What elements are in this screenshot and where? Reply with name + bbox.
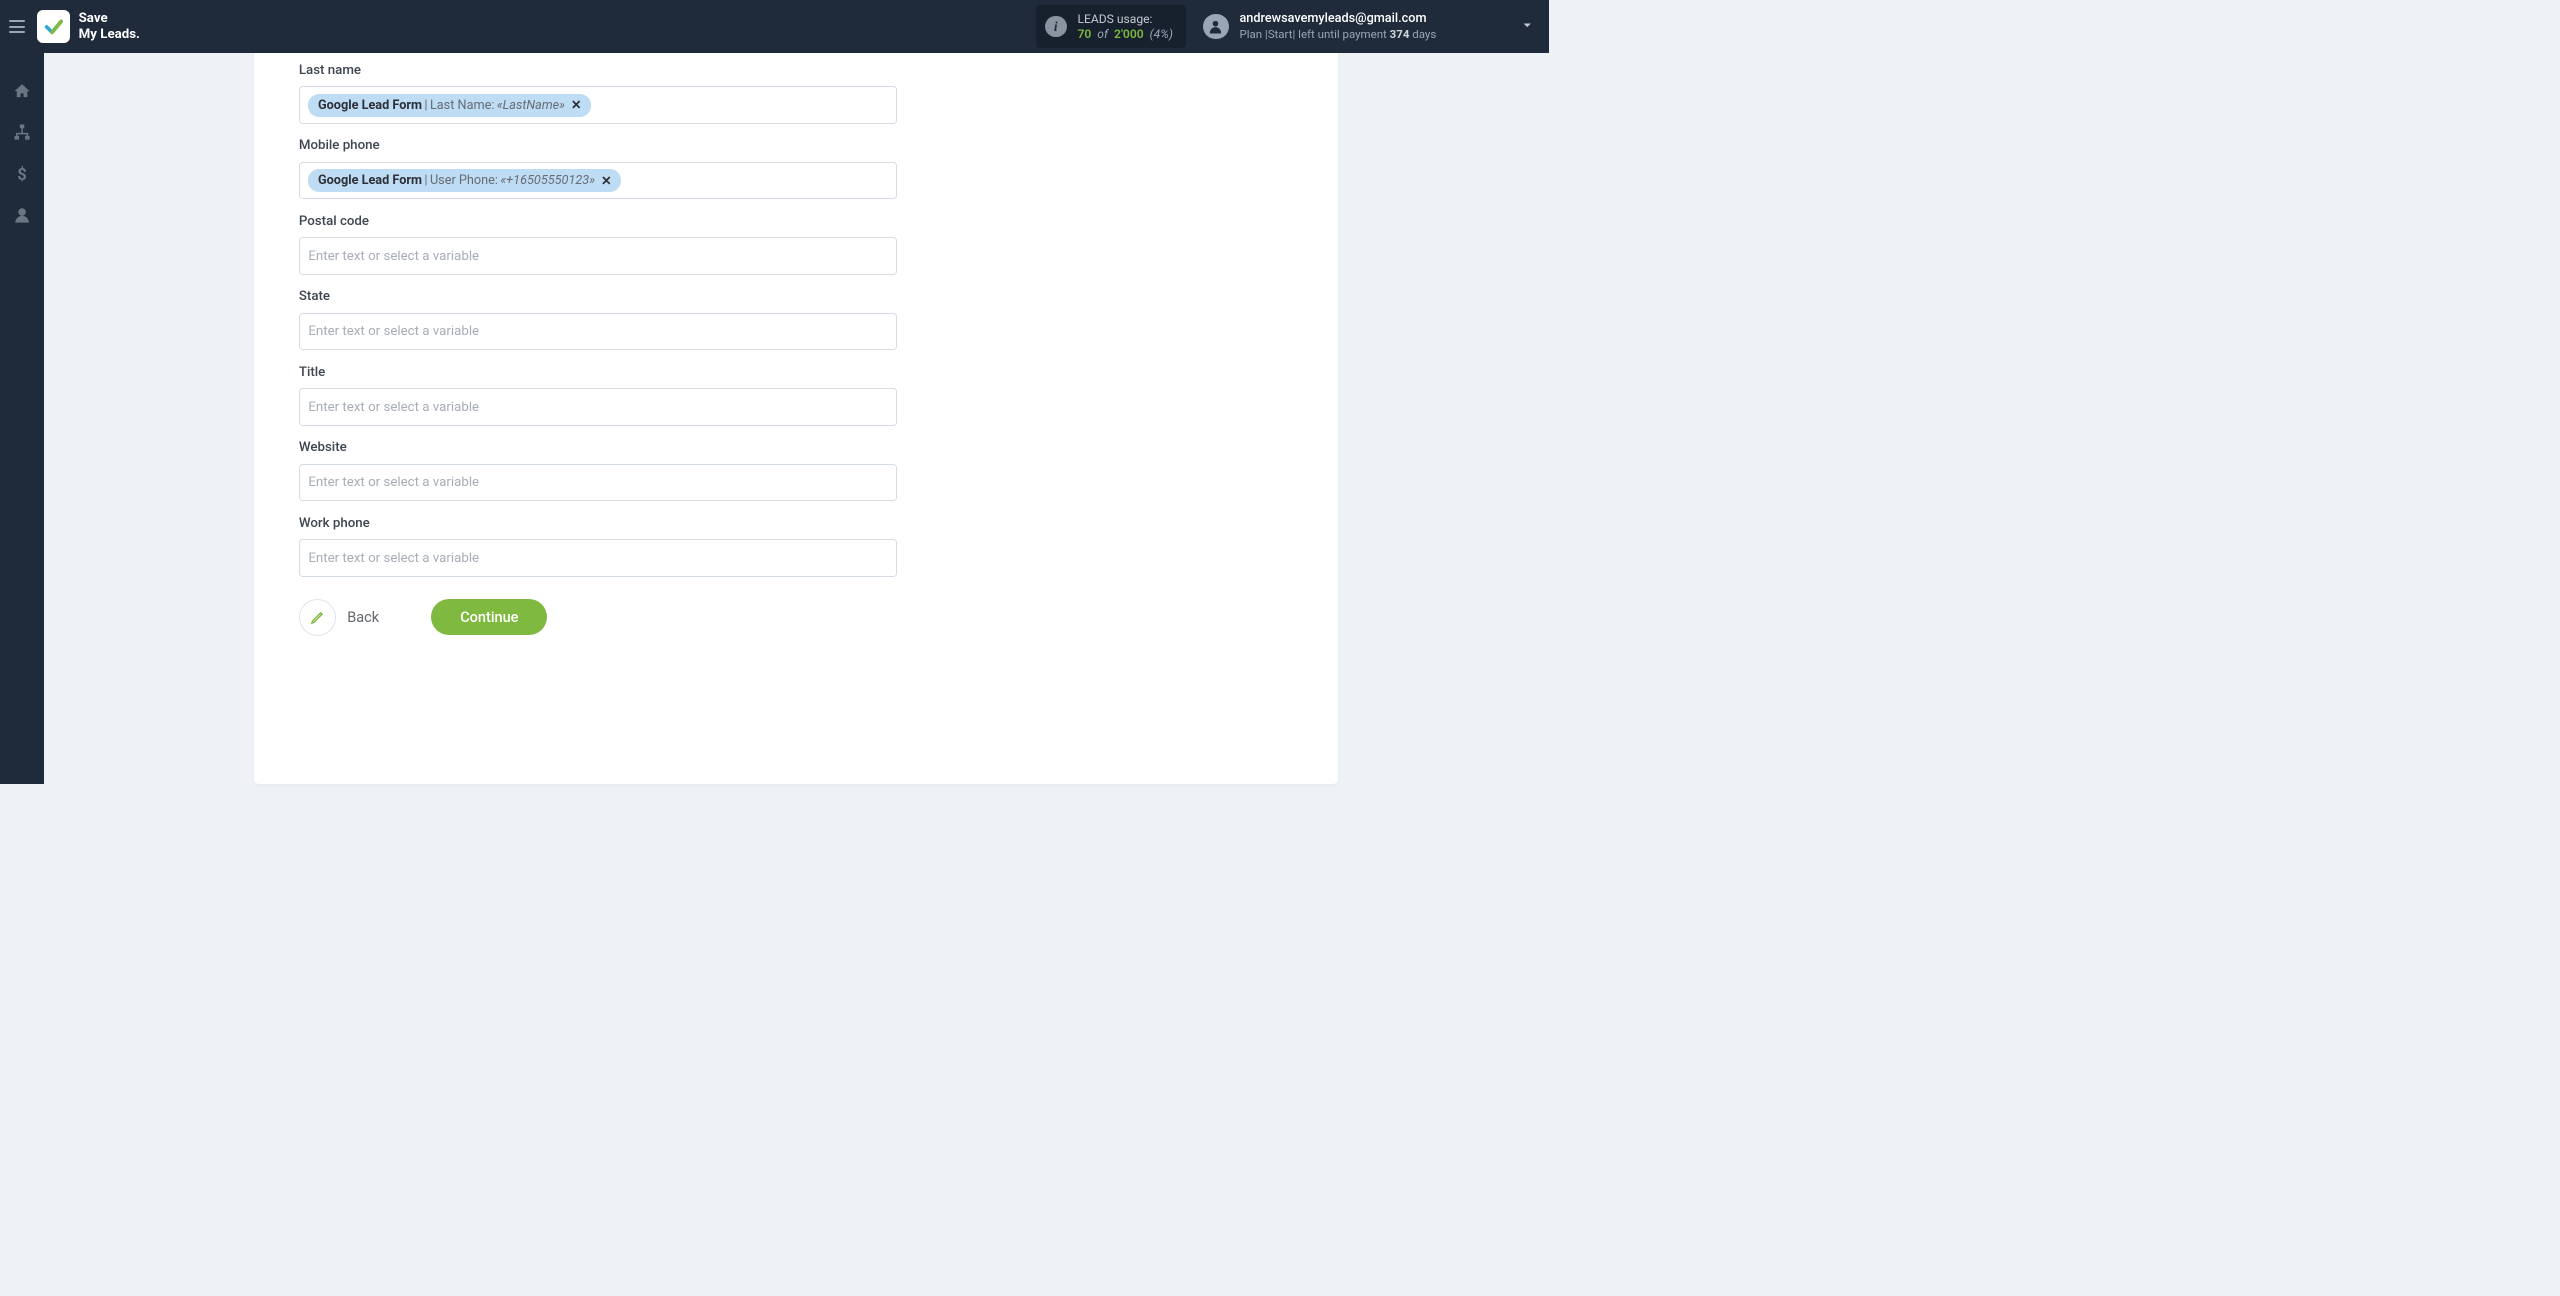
field-label-title: Title: [299, 365, 897, 380]
field-postal-code: Postal code Enter text or select a varia…: [299, 214, 897, 275]
placeholder-text: Enter text or select a variable: [308, 249, 479, 264]
input-mobile-phone[interactable]: Google Lead Form | User Phone: «+1650555…: [299, 162, 897, 200]
usage-label: LEADS usage:: [1077, 12, 1172, 27]
placeholder-text: Enter text or select a variable: [308, 475, 479, 490]
back-button[interactable]: Back: [299, 599, 379, 637]
input-title[interactable]: Enter text or select a variable: [299, 388, 897, 426]
logo-icon: [37, 10, 70, 43]
placeholder-text: Enter text or select a variable: [308, 400, 479, 415]
placeholder-text: Enter text or select a variable: [308, 551, 479, 566]
form-actions: Back Continue: [299, 599, 897, 637]
main-area: Last name Google Lead Form | Last Name: …: [44, 53, 1549, 784]
field-label-website: Website: [299, 440, 897, 455]
usage-text: LEADS usage: 70 of 2'000 (4%): [1077, 12, 1172, 42]
brand-line1: Save: [79, 11, 140, 26]
field-label-postal-code: Postal code: [299, 214, 897, 229]
field-website: Website Enter text or select a variable: [299, 440, 897, 501]
brand-line2: My Leads.: [79, 27, 140, 42]
pencil-icon: [299, 599, 337, 637]
field-title: Title Enter text or select a variable: [299, 365, 897, 426]
input-state[interactable]: Enter text or select a variable: [299, 313, 897, 351]
account-email: andrewsavemyleads@gmail.com: [1239, 11, 1436, 27]
user-icon[interactable]: [11, 204, 32, 225]
placeholder-text: Enter text or select a variable: [308, 324, 479, 339]
svg-text:$: $: [17, 166, 27, 183]
brand-logo[interactable]: Save My Leads.: [37, 10, 139, 43]
usage-values: 70 of 2'000 (4%): [1077, 27, 1172, 42]
input-website[interactable]: Enter text or select a variable: [299, 464, 897, 502]
continue-button[interactable]: Continue: [431, 599, 547, 635]
field-label-state: State: [299, 289, 897, 304]
account-plan: Plan |Start| left until payment 374 days: [1239, 27, 1436, 41]
field-last-name: Last name Google Lead Form | Last Name: …: [299, 63, 897, 124]
input-last-name[interactable]: Google Lead Form | Last Name: «LastName»…: [299, 86, 897, 124]
sitemap-icon[interactable]: [11, 122, 32, 143]
account-text: andrewsavemyleads@gmail.com Plan |Start|…: [1239, 11, 1436, 41]
chip-last-name[interactable]: Google Lead Form | Last Name: «LastName»…: [308, 94, 591, 117]
field-label-last-name: Last name: [299, 63, 897, 78]
brand-text: Save My Leads.: [79, 11, 140, 42]
dollar-icon[interactable]: $: [11, 163, 32, 184]
input-work-phone[interactable]: Enter text or select a variable: [299, 539, 897, 577]
chevron-down-icon[interactable]: [1520, 18, 1535, 36]
topbar: Save My Leads. i LEADS usage: 70 of 2'00…: [0, 0, 1549, 53]
sidebar: $: [0, 53, 44, 784]
field-label-work-phone: Work phone: [299, 516, 897, 531]
field-work-phone: Work phone Enter text or select a variab…: [299, 516, 897, 577]
form-card: Last name Google Lead Form | Last Name: …: [254, 53, 1338, 784]
info-icon: i: [1045, 16, 1067, 38]
leads-usage-box[interactable]: i LEADS usage: 70 of 2'000 (4%): [1036, 5, 1186, 47]
account-menu[interactable]: andrewsavemyleads@gmail.com Plan |Start|…: [1203, 11, 1534, 41]
field-mobile-phone: Mobile phone Google Lead Form | User Pho…: [299, 138, 897, 199]
chip-remove-icon[interactable]: ✕: [601, 173, 612, 189]
chip-remove-icon[interactable]: ✕: [571, 97, 582, 113]
field-label-mobile-phone: Mobile phone: [299, 138, 897, 153]
field-state: State Enter text or select a variable: [299, 289, 897, 350]
avatar-icon: [1203, 14, 1228, 39]
home-icon[interactable]: [11, 81, 32, 102]
menu-toggle-button[interactable]: [7, 17, 26, 36]
back-label: Back: [347, 609, 379, 626]
chip-mobile-phone[interactable]: Google Lead Form | User Phone: «+1650555…: [308, 169, 621, 192]
input-postal-code[interactable]: Enter text or select a variable: [299, 237, 897, 275]
